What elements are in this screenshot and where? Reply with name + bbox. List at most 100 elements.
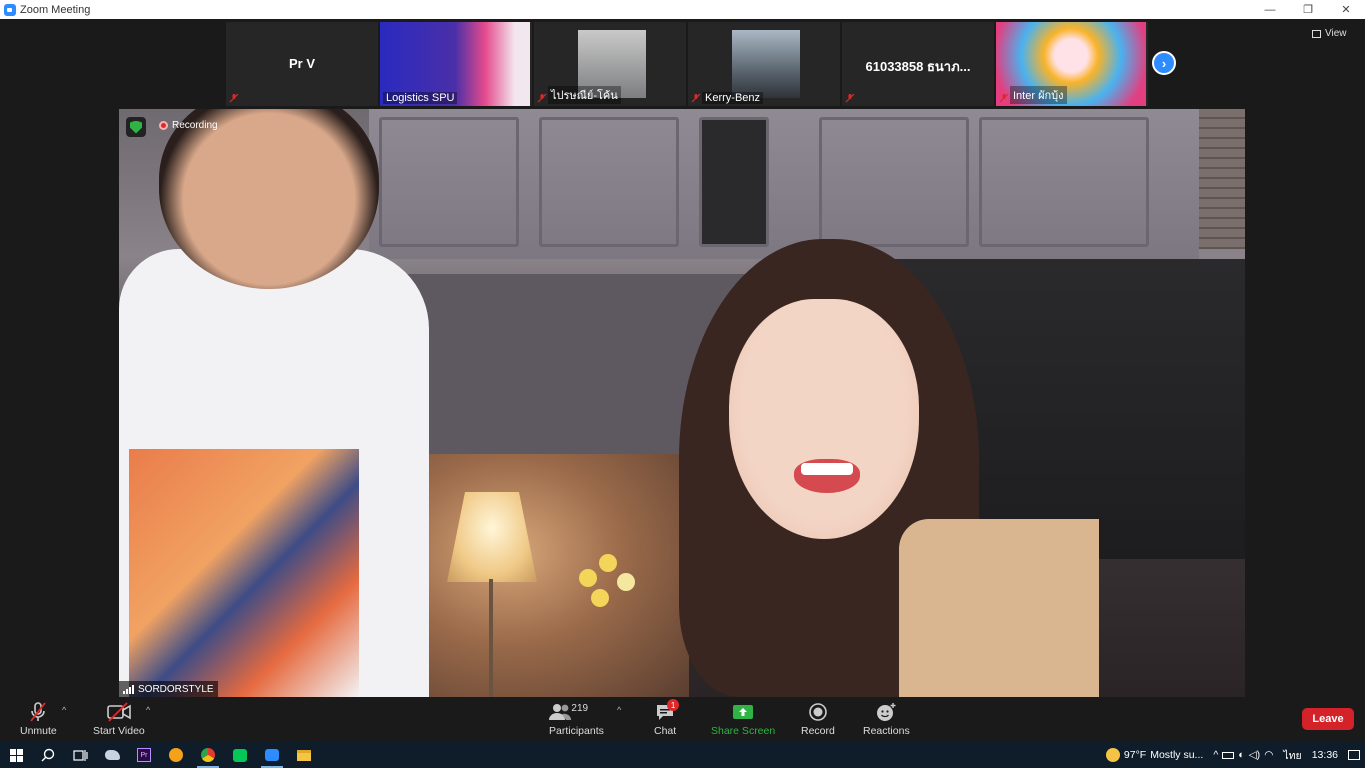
video-off-icon <box>107 702 131 722</box>
grid-view-icon <box>1312 29 1321 38</box>
participant-thumbnail[interactable]: 61033858 ธนาภ... <box>842 22 994 106</box>
view-button[interactable]: View <box>1312 28 1347 39</box>
signal-strength-icon <box>123 684 134 694</box>
participant-name: Pr V <box>288 56 315 71</box>
muted-mic-icon <box>691 93 701 103</box>
taskbar-app[interactable] <box>288 742 320 768</box>
reactions-button[interactable]: Reactions <box>863 701 910 737</box>
recording-dot-icon <box>159 121 168 130</box>
record-icon <box>809 703 827 721</box>
speaker-name-tag: SORDORSTYLE <box>119 681 218 697</box>
record-button[interactable]: Record <box>801 701 835 737</box>
speaker-name: SORDORSTYLE <box>138 683 214 695</box>
os-taskbar: Pr 97°F Mostly su... ^ ◐ ◁) ◠ ไทย 13:36 <box>0 742 1365 768</box>
leave-button[interactable]: Leave <box>1302 708 1354 730</box>
system-tray: 97°F Mostly su... ^ ◐ ◁) ◠ ไทย 13:36 <box>1101 742 1365 768</box>
zoom-taskbar-icon <box>265 749 279 761</box>
title-bar: Zoom Meeting — ❐ ✕ <box>0 0 1365 19</box>
windows-start-button[interactable] <box>0 742 32 768</box>
smiley-plus-icon <box>877 703 896 721</box>
browser-app-icon <box>169 748 183 762</box>
muted-mic-icon <box>845 93 855 103</box>
recording-indicator: Recording <box>159 120 218 131</box>
participant-thumbnail[interactable]: Pr V <box>226 22 378 106</box>
start-video-button[interactable]: Start Video <box>93 701 145 737</box>
weather-text: Mostly su... <box>1150 749 1204 761</box>
notification-center-button[interactable] <box>1348 750 1360 760</box>
minimize-button[interactable]: — <box>1251 0 1289 19</box>
muted-mic-icon <box>537 93 547 103</box>
start-video-label: Start Video <box>93 725 145 737</box>
search-icon <box>41 748 55 762</box>
record-label: Record <box>801 725 835 737</box>
taskbar-app[interactable] <box>160 742 192 768</box>
search-button[interactable] <box>32 742 64 768</box>
speaker-person <box>119 109 429 697</box>
participants-caret-icon[interactable]: ^ <box>617 705 621 715</box>
participant-thumbnail[interactable]: ไปรษณีย์-โค้น <box>534 22 686 106</box>
share-screen-icon <box>733 705 754 719</box>
muted-mic-icon <box>229 93 239 103</box>
taskbar-app[interactable] <box>192 742 224 768</box>
taskbar-app[interactable] <box>224 742 256 768</box>
speaker-volume-icon[interactable]: ◁) <box>1249 749 1261 761</box>
close-button[interactable]: ✕ <box>1327 0 1365 19</box>
task-view-button[interactable] <box>64 742 96 768</box>
audio-options-caret-icon[interactable]: ^ <box>62 705 66 715</box>
participant-label: Logistics SPU <box>383 92 458 104</box>
participant-name: 61033858 ธนาภ... <box>865 59 971 74</box>
meeting-stage: Pr V Logistics SPU ไปรษณีย์-โค้น Kerry-B… <box>0 19 1365 697</box>
weather-sun-icon <box>1105 748 1120 762</box>
battery-icon[interactable] <box>1222 751 1235 759</box>
weather-temp: 97°F <box>1123 749 1147 761</box>
tray-icons: ^ ◐ ◁) ◠ <box>1213 749 1273 761</box>
file-explorer-icon <box>297 749 311 761</box>
wifi-icon[interactable]: ◠ <box>1264 749 1273 761</box>
chrome-icon <box>201 748 215 762</box>
participant-thumbnail[interactable]: Kerry-Benz <box>688 22 840 106</box>
window-title: Zoom Meeting <box>20 3 91 16</box>
share-screen-label: Share Screen <box>711 725 776 737</box>
active-speaker-video: Recording SORDORSTYLE <box>119 109 1245 697</box>
participant-thumbnail-strip: Pr V Logistics SPU ไปรษณีย์-โค้น Kerry-B… <box>226 22 1150 106</box>
participants-label: Participants <box>549 725 604 737</box>
participant-label: ไปรษณีย์-โค้น <box>548 86 621 104</box>
zoom-app-icon <box>4 3 16 16</box>
notification-icon <box>1348 750 1360 760</box>
encryption-shield-icon[interactable] <box>126 117 146 137</box>
participant-thumbnail[interactable]: Inter ผักบุ้ง <box>996 22 1148 106</box>
participants-icon <box>549 704 572 720</box>
task-view-icon <box>72 749 88 761</box>
chevron-up-icon[interactable]: ^ <box>1213 749 1218 761</box>
windows-logo-icon <box>9 748 23 762</box>
participant-thumbnail[interactable]: Logistics SPU <box>380 22 532 106</box>
video-options-caret-icon[interactable]: ^ <box>146 705 150 715</box>
clock[interactable]: 13:36 <box>1312 749 1338 761</box>
restore-button[interactable]: ❐ <box>1289 0 1327 19</box>
participant-label: Inter ผักบุ้ง <box>1010 86 1067 104</box>
unmute-label: Unmute <box>20 725 57 737</box>
next-page-button[interactable]: › <box>1152 51 1176 75</box>
recording-label: Recording <box>172 120 218 131</box>
line-app-icon <box>233 748 247 762</box>
chat-button[interactable]: 1 Chat <box>654 699 680 737</box>
chat-label: Chat <box>654 725 677 737</box>
video-background <box>369 109 1199 259</box>
chat-unread-badge: 1 <box>667 699 680 711</box>
participants-button[interactable]: 219 Participants <box>549 701 604 737</box>
premiere-pro-icon: Pr <box>137 748 151 762</box>
bird-app-icon <box>104 750 120 760</box>
weather-widget[interactable]: 97°F Mostly su... <box>1105 748 1204 762</box>
taskbar-app[interactable] <box>256 742 288 768</box>
input-language[interactable]: ไทย <box>1283 747 1301 764</box>
network-icon[interactable]: ◐ <box>1238 749 1244 761</box>
reactions-label: Reactions <box>863 725 910 737</box>
taskbar-app[interactable] <box>96 742 128 768</box>
taskbar-app[interactable]: Pr <box>128 742 160 768</box>
share-screen-button[interactable]: Share Screen <box>711 701 775 737</box>
unmute-button[interactable]: Unmute <box>20 701 57 737</box>
view-label: View <box>1325 28 1347 39</box>
meeting-toolbar: Unmute ^ Start Video ^ 219 Participants … <box>0 697 1365 742</box>
muted-microphone-icon <box>30 702 47 722</box>
speaker-person <box>659 239 1099 697</box>
